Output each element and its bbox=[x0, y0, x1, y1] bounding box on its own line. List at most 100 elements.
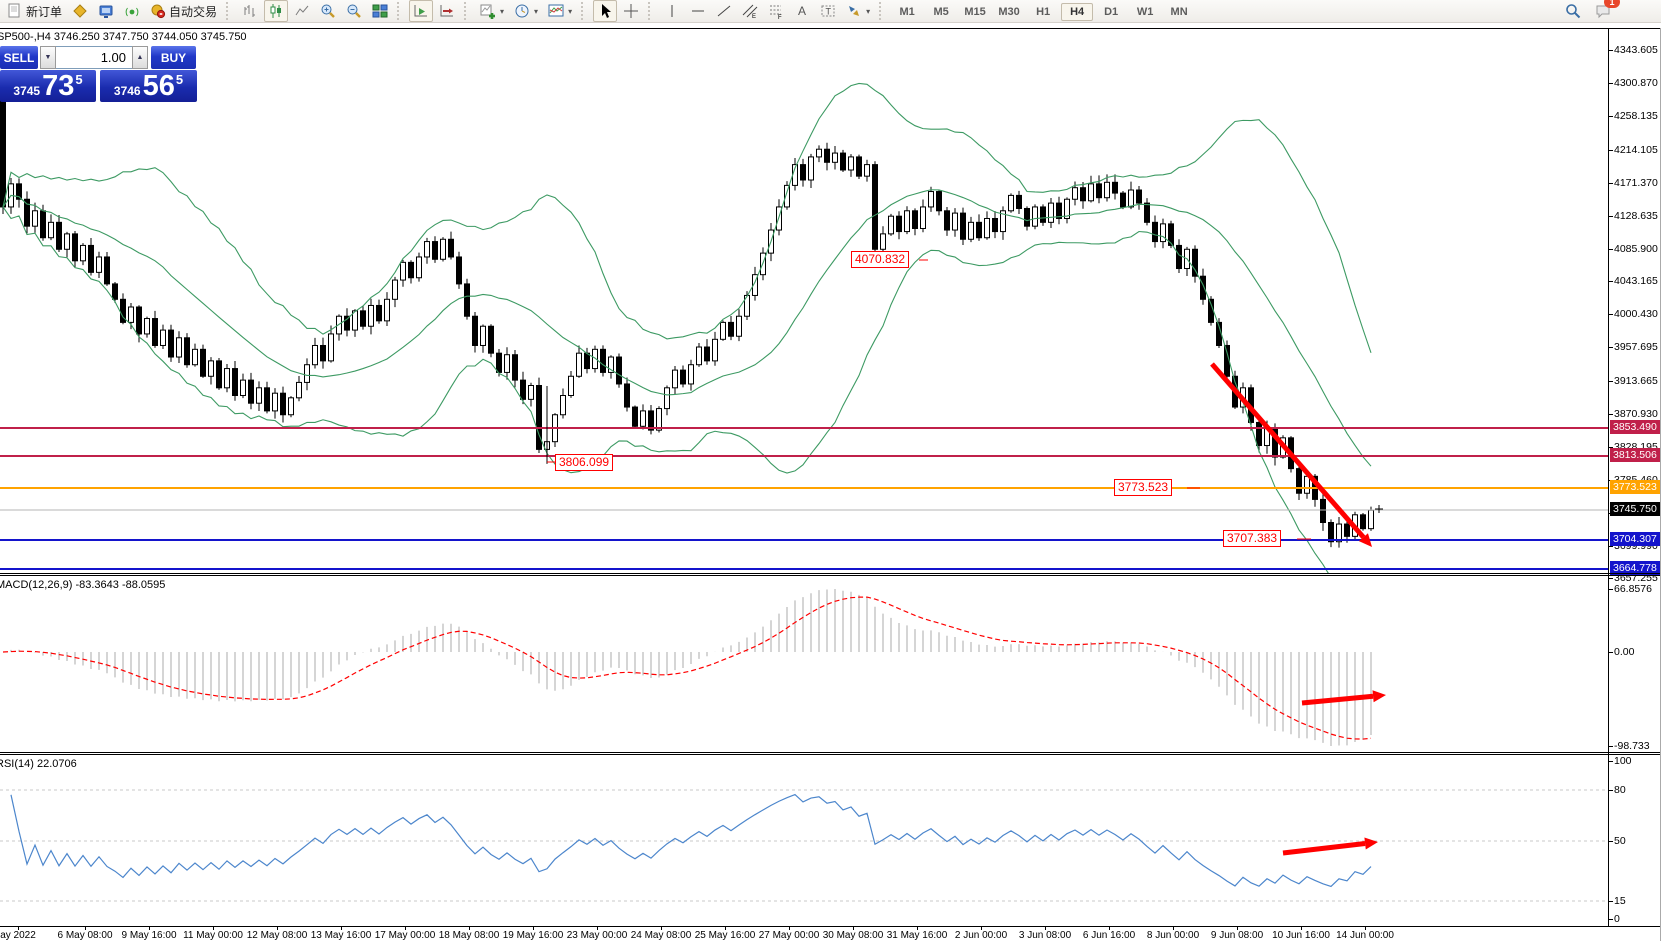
rsi-tick-label: 100 bbox=[1614, 755, 1632, 767]
pane-separator[interactable] bbox=[0, 573, 1661, 574]
timeframe-w1[interactable]: W1 bbox=[1129, 3, 1161, 21]
price-annotation[interactable]: 4070.832 bbox=[851, 251, 909, 268]
svg-text:T: T bbox=[826, 7, 832, 17]
buy-button[interactable]: BUY bbox=[151, 46, 196, 69]
horizontal-line-tool-button[interactable] bbox=[686, 0, 710, 22]
signals-button[interactable] bbox=[120, 0, 144, 22]
search-icon[interactable] bbox=[1565, 3, 1581, 19]
vertical-line-tool-button[interactable] bbox=[660, 0, 684, 22]
line-chart-mode-button[interactable] bbox=[290, 0, 314, 22]
auto-scroll-button[interactable] bbox=[409, 0, 433, 22]
axis-tick-mark bbox=[1609, 216, 1613, 217]
time-tick-label: 3 Jun 08:00 bbox=[1019, 930, 1071, 941]
chevron-down-icon: ▾ bbox=[534, 7, 538, 16]
crosshair-tool-button[interactable] bbox=[619, 0, 643, 22]
time-tick-label: 13 May 16:00 bbox=[311, 930, 372, 941]
axis-tick-mark bbox=[1609, 50, 1613, 51]
axis-tick-mark bbox=[1609, 841, 1613, 842]
zoom-in-icon bbox=[320, 3, 336, 19]
auto-scroll-icon bbox=[413, 3, 429, 19]
candlestick-mode-button[interactable] bbox=[264, 0, 288, 22]
svg-text:F: F bbox=[778, 15, 782, 19]
bar-chart-mode-button[interactable] bbox=[238, 0, 262, 22]
pane-separator[interactable] bbox=[0, 754, 1661, 755]
trendline-icon bbox=[716, 3, 732, 19]
cursor-tool-button[interactable] bbox=[593, 0, 617, 22]
price-tick-label: 4128.635 bbox=[1614, 210, 1658, 222]
price-tick-label: 4214.105 bbox=[1614, 144, 1658, 156]
price-axis[interactable]: 4343.6054300.8704258.1354214.1054171.370… bbox=[1608, 28, 1661, 926]
price-tick-label: 4171.370 bbox=[1614, 177, 1658, 189]
price-chart-pane[interactable] bbox=[0, 28, 1608, 573]
axis-tick-mark bbox=[1609, 746, 1613, 747]
channel-tool-button[interactable]: E bbox=[738, 0, 762, 22]
axis-tick-mark bbox=[1609, 414, 1613, 415]
pane-separator[interactable] bbox=[0, 752, 1661, 753]
new-order-button[interactable]: 新订单 bbox=[3, 0, 66, 22]
toolbar-separator bbox=[397, 2, 404, 20]
timeframe-m15[interactable]: M15 bbox=[959, 3, 991, 21]
trendline-tool-button[interactable] bbox=[712, 0, 736, 22]
timeframe-m1[interactable]: M1 bbox=[891, 3, 923, 21]
pane-separator[interactable] bbox=[0, 575, 1661, 576]
text-tool-button[interactable]: A bbox=[790, 0, 814, 22]
toolbar-separator bbox=[648, 2, 655, 20]
text-label-icon: T bbox=[820, 3, 836, 19]
timeframe-mn[interactable]: MN bbox=[1163, 3, 1195, 21]
chevron-down-icon: ▾ bbox=[866, 7, 870, 16]
sell-price-display[interactable]: 3745 73 5 bbox=[0, 70, 96, 102]
add-indicator-button[interactable]: ▾ bbox=[476, 0, 508, 22]
timeframe-group: M1M5M15M30H1H4D1W1MN bbox=[890, 2, 1196, 21]
price-annotation[interactable]: 3773.523 bbox=[1114, 479, 1172, 496]
arrow-objects-icon bbox=[846, 3, 862, 19]
bar-chart-icon bbox=[242, 3, 258, 19]
rsi-pane[interactable] bbox=[0, 755, 1608, 926]
timeframe-m5[interactable]: M5 bbox=[925, 3, 957, 21]
tile-windows-icon bbox=[372, 3, 388, 19]
timeframe-h4[interactable]: H4 bbox=[1061, 3, 1093, 21]
time-axis[interactable]: ay 20226 May 08:009 May 16:0011 May 00:0… bbox=[0, 926, 1661, 942]
macd-signal-line bbox=[3, 597, 1371, 739]
vertical-line-icon bbox=[664, 3, 680, 19]
zoom-in-button[interactable] bbox=[316, 0, 340, 22]
price-tick-label: 3957.695 bbox=[1614, 341, 1658, 353]
buy-price-display[interactable]: 3746 56 5 bbox=[100, 70, 197, 102]
market-depth-button[interactable] bbox=[68, 0, 92, 22]
fibonacci-tool-button[interactable]: F bbox=[764, 0, 788, 22]
strategy-tester-button[interactable] bbox=[94, 0, 118, 22]
time-tick-label: 10 Jun 16:00 bbox=[1272, 930, 1330, 941]
price-annotation[interactable]: 3806.099 bbox=[555, 454, 613, 471]
chart-shift-button[interactable] bbox=[435, 0, 459, 22]
timeframe-d1[interactable]: D1 bbox=[1095, 3, 1127, 21]
chart-top-border bbox=[0, 28, 1661, 29]
macd-pane[interactable] bbox=[0, 576, 1608, 752]
price-tick-label: 4258.135 bbox=[1614, 110, 1658, 122]
zoom-out-button[interactable] bbox=[342, 0, 366, 22]
axis-tick-mark bbox=[1609, 150, 1613, 151]
sell-button[interactable]: SELL bbox=[0, 46, 38, 69]
auto-trading-button[interactable]: 自动交易 bbox=[146, 0, 221, 22]
rsi-tick-label: 50 bbox=[1614, 835, 1626, 847]
volume-input[interactable] bbox=[56, 46, 132, 69]
price-annotation[interactable]: 3707.383 bbox=[1223, 530, 1281, 547]
trend-arrow bbox=[1212, 364, 1363, 537]
timeframe-h1[interactable]: H1 bbox=[1027, 3, 1059, 21]
periods-button[interactable]: ▾ bbox=[510, 0, 542, 22]
sell-price-small: 3745 bbox=[13, 84, 40, 98]
chat-button[interactable]: 1 bbox=[1595, 2, 1611, 20]
time-tick-label: 19 May 16:00 bbox=[503, 930, 564, 941]
price-tick-label: 3870.930 bbox=[1614, 408, 1658, 420]
label-tool-button[interactable]: T bbox=[816, 0, 840, 22]
volume-increase-button[interactable]: ▲ bbox=[132, 46, 148, 69]
templates-button[interactable]: ▾ bbox=[544, 0, 576, 22]
axis-tick-mark bbox=[1609, 347, 1613, 348]
tile-windows-button[interactable] bbox=[368, 0, 392, 22]
svg-text:A: A bbox=[798, 4, 806, 18]
timeframe-m30[interactable]: M30 bbox=[993, 3, 1025, 21]
time-tick-label: 14 Jun 00:00 bbox=[1336, 930, 1394, 941]
time-tick-label: 25 May 16:00 bbox=[695, 930, 756, 941]
arrows-tool-button[interactable]: ▾ bbox=[842, 0, 874, 22]
volume-decrease-button[interactable]: ▼ bbox=[40, 46, 56, 69]
new-order-label: 新订单 bbox=[26, 3, 62, 20]
axis-tick-mark bbox=[1609, 901, 1613, 902]
